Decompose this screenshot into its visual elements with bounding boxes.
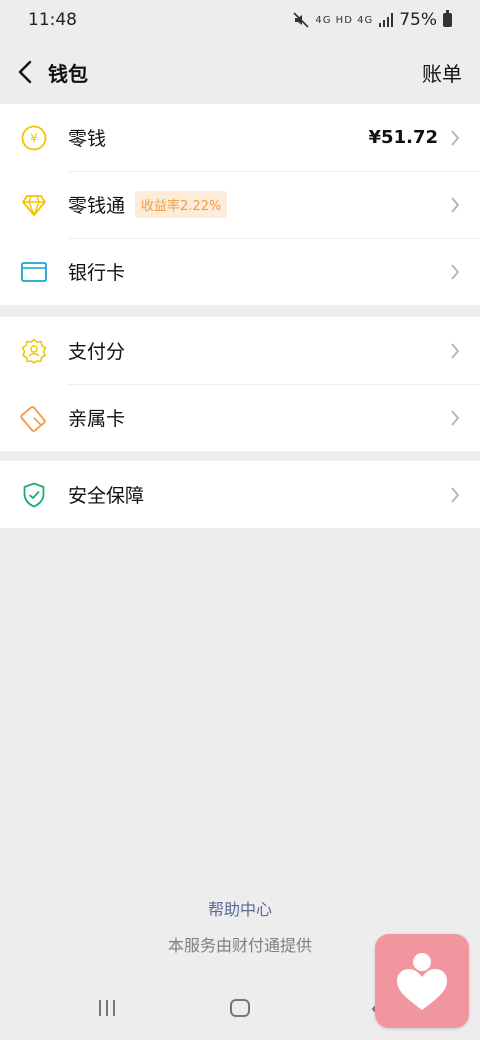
status-time: 11:48	[28, 10, 77, 30]
wallet-group-security: 安全保障	[0, 461, 480, 528]
diamond-icon	[20, 191, 48, 219]
nav-bar: 钱包 账单	[0, 40, 480, 104]
battery-icon	[443, 10, 452, 27]
status-right: 4G HD 4G 75%	[293, 10, 452, 30]
row-lingqiantong[interactable]: 零钱通 收益率2.22%	[0, 171, 480, 238]
network-indicators: 4G HD 4G	[315, 14, 374, 26]
chevron-right-icon	[451, 486, 460, 503]
change-label: 零钱	[68, 128, 107, 150]
change-balance: ¥51.72	[368, 127, 438, 148]
recent-apps-icon[interactable]	[97, 998, 117, 1018]
status-bar: 11:48 4G HD 4G 75%	[0, 0, 480, 40]
home-icon[interactable]	[230, 999, 250, 1017]
score-badge-icon	[20, 337, 48, 365]
signal-icon	[379, 13, 394, 27]
mute-icon	[293, 12, 309, 28]
coin-icon: ¥	[20, 124, 48, 152]
wallet-group-balance: ¥ 零钱 ¥51.72 零钱通 收益率2.22% 银行卡	[0, 104, 480, 305]
bank-card-icon	[20, 258, 48, 286]
family-card-icon	[20, 404, 48, 432]
chevron-right-icon	[451, 342, 460, 359]
floating-app-bubble[interactable]	[375, 934, 469, 1028]
heart-person-icon	[397, 953, 447, 1010]
page-title: 钱包	[48, 61, 88, 86]
chevron-right-icon	[451, 196, 460, 213]
bill-button[interactable]: 账单	[422, 58, 462, 87]
chevron-right-icon	[451, 263, 460, 280]
help-center-link[interactable]: 帮助中心	[0, 896, 480, 920]
yield-badge: 收益率2.22%	[135, 191, 228, 218]
back-arrow-icon[interactable]	[18, 60, 34, 84]
security-shield-icon	[20, 481, 48, 509]
pay-score-label: 支付分	[68, 341, 126, 363]
row-family-card[interactable]: 亲属卡	[0, 384, 480, 451]
lingqiantong-label: 零钱通	[68, 195, 126, 217]
wallet-group-services: 支付分 亲属卡	[0, 317, 480, 451]
battery-percent: 75%	[399, 10, 437, 30]
row-change[interactable]: ¥ 零钱 ¥51.72	[0, 104, 480, 171]
svg-text:¥: ¥	[30, 131, 38, 145]
bank-card-label: 银行卡	[68, 262, 126, 284]
row-pay-score[interactable]: 支付分	[0, 317, 480, 384]
family-card-label: 亲属卡	[68, 408, 126, 430]
security-label: 安全保障	[68, 485, 145, 507]
chevron-right-icon	[451, 129, 460, 146]
chevron-right-icon	[451, 409, 460, 426]
row-security[interactable]: 安全保障	[0, 461, 480, 528]
row-bank-card[interactable]: 银行卡	[0, 238, 480, 305]
